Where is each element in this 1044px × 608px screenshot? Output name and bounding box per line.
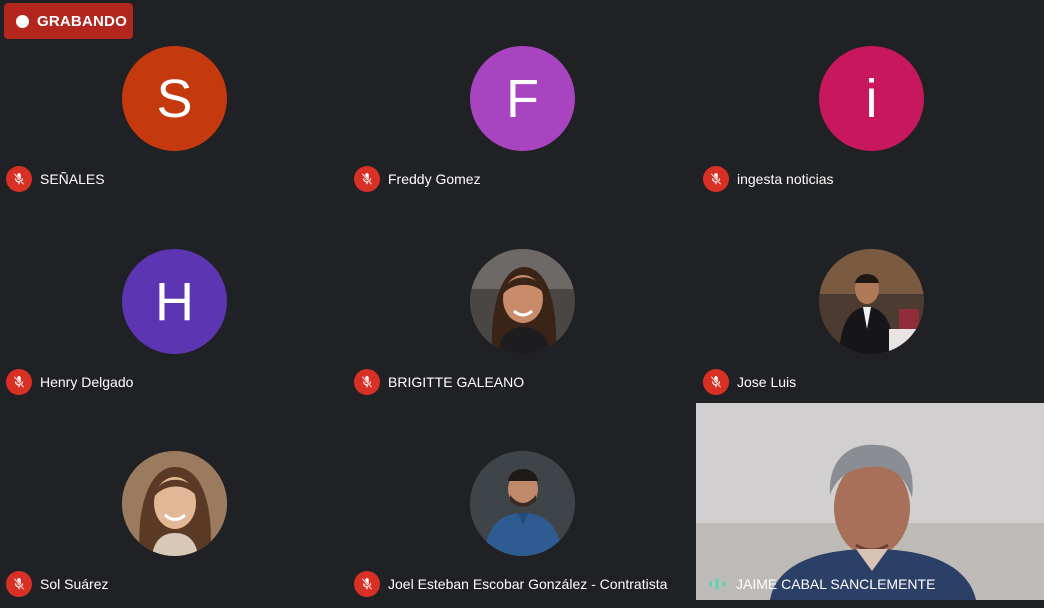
participant-name-row: Joel Esteban Escobar González - Contrati… [354, 571, 667, 597]
participant-tile-ingesta-noticias[interactable]: i ingesta noticias [697, 3, 1044, 203]
participant-name-row: JAIME CABAL SANCLEMENTE [706, 573, 935, 595]
mic-off-icon [354, 166, 380, 192]
participant-name: SEÑALES [40, 171, 105, 187]
participant-name: Henry Delgado [40, 374, 134, 390]
profile-photo [122, 451, 227, 556]
mic-off-icon [354, 571, 380, 597]
profile-photo [470, 451, 575, 556]
participant-name: JAIME CABAL SANCLEMENTE [736, 576, 936, 592]
avatar-initial: F [506, 68, 539, 129]
participant-video-jaime-cabal[interactable]: JAIME CABAL SANCLEMENTE [696, 403, 1044, 600]
profile-photo [819, 249, 924, 354]
participant-name: Jose Luis [737, 374, 797, 390]
mic-off-icon [703, 166, 729, 192]
participant-tile-jose-luis[interactable]: Jose Luis [697, 206, 1044, 406]
participant-name-row: ingesta noticias [703, 166, 834, 192]
avatar: S [122, 46, 227, 151]
mic-off-icon [354, 369, 380, 395]
mic-off-icon [6, 369, 32, 395]
avatar-initial: S [156, 68, 193, 129]
participant-tile-henry-delgado[interactable]: H Henry Delgado [0, 206, 348, 406]
participant-name: BRIGITTE GALEANO [388, 374, 525, 390]
participant-name: Freddy Gomez [388, 171, 481, 187]
participant-name: ingesta noticias [737, 171, 834, 187]
participant-tile-brigitte-galeano[interactable]: BRIGITTE GALEANO [348, 206, 696, 406]
participant-tile-joel-escobar[interactable]: Joel Esteban Escobar González - Contrati… [348, 408, 696, 608]
avatar: F [470, 46, 575, 151]
participant-name: Joel Esteban Escobar González - Contrati… [388, 576, 668, 592]
participant-name-row: Freddy Gomez [354, 166, 481, 192]
participant-tile-sol-suarez[interactable]: Sol Suárez [0, 408, 348, 608]
participant-name-row: SEÑALES [6, 166, 105, 192]
avatar: H [122, 249, 227, 354]
participant-name-row: BRIGITTE GALEANO [354, 369, 524, 395]
participant-name: Sol Suárez [40, 576, 109, 592]
profile-photo [470, 249, 575, 354]
avatar: i [819, 46, 924, 151]
participant-tile-freddy-gomez[interactable]: F Freddy Gomez [348, 3, 696, 203]
avatar-initial: H [155, 271, 194, 332]
participant-tile-senales[interactable]: S SEÑALES [0, 3, 348, 203]
mic-off-icon [703, 369, 729, 395]
mic-off-icon [6, 571, 32, 597]
participant-name-row: Henry Delgado [6, 369, 133, 395]
participant-name-row: Sol Suárez [6, 571, 108, 597]
participant-name-row: Jose Luis [703, 369, 796, 395]
avatar-initial: i [865, 68, 878, 129]
mic-off-icon [6, 166, 32, 192]
audio-level-icon [706, 573, 728, 595]
camera-video [696, 403, 1044, 600]
